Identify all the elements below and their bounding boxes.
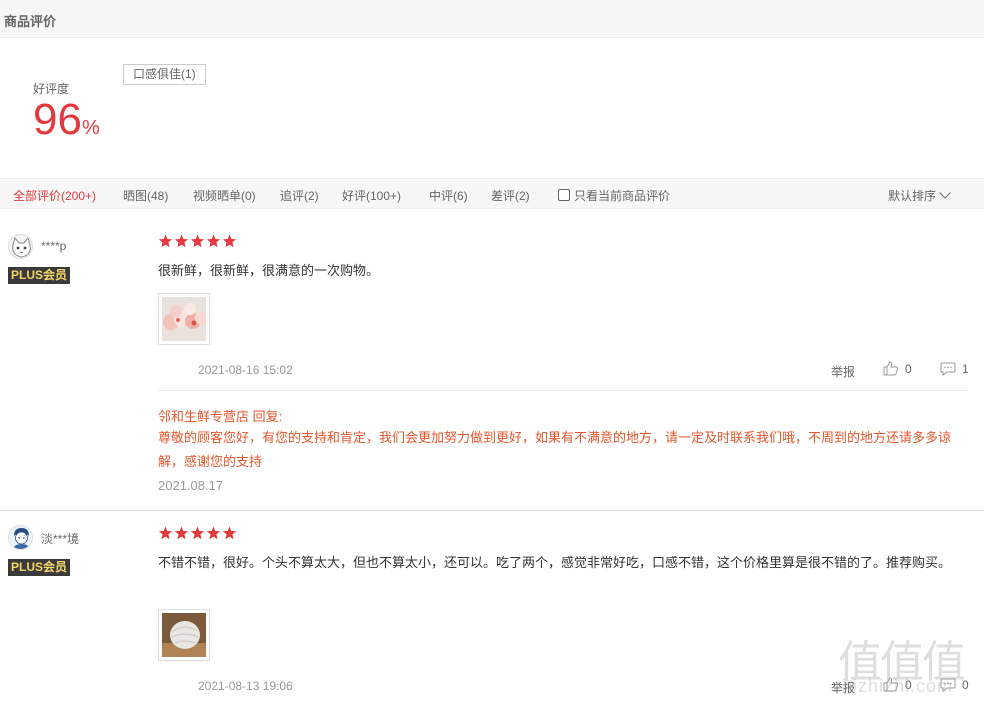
report-link[interactable]: 举报 — [831, 363, 855, 380]
only-current-filter[interactable]: 只看当前商品评价 — [558, 187, 670, 204]
star-icon — [174, 526, 189, 540]
site-watermark: 值值值 zhizhizhi.com — [830, 620, 984, 709]
only-current-checkbox[interactable] — [558, 189, 570, 201]
star-icon — [158, 526, 173, 540]
peach-photo-icon — [162, 297, 209, 341]
filter-videos[interactable]: 视频晒单(0) — [193, 187, 256, 204]
filter-photos[interactable]: 晒图(48) — [123, 187, 168, 204]
user-avatar-icon — [9, 526, 32, 549]
section-title: 商品评价 — [4, 14, 57, 29]
review-photo[interactable] — [158, 293, 210, 345]
star-rating — [158, 234, 237, 248]
username: 淡***境 — [41, 532, 80, 546]
star-icon — [174, 234, 189, 248]
comment-count: 1 — [962, 361, 969, 376]
reply-divider — [158, 390, 968, 391]
username: ****p — [41, 239, 67, 253]
star-icon — [190, 234, 205, 248]
comment-bubble-icon — [940, 362, 956, 376]
avatar — [8, 234, 33, 259]
peach-photo-icon — [162, 613, 206, 657]
shop-reply-author: 邻和生鲜专营店 回复: — [158, 409, 283, 424]
good-rate-unit: % — [81, 117, 100, 139]
star-icon — [222, 526, 237, 540]
review-tag[interactable]: 口感俱佳(1) — [123, 64, 206, 85]
filter-followup[interactable]: 追评(2) — [280, 187, 319, 204]
good-rate-value: 96% — [33, 95, 100, 153]
star-icon — [190, 526, 205, 540]
filter-positive[interactable]: 好评(100+) — [342, 187, 401, 204]
star-rating — [158, 526, 237, 540]
like-count: 0 — [905, 361, 912, 376]
filter-bar: 全部评价(200+) 晒图(48) 视频晒单(0) 追评(2) 好评(100+)… — [0, 178, 984, 209]
star-icon — [158, 234, 173, 248]
watermark-text: zhizhizhi.com — [832, 676, 954, 696]
chevron-down-icon — [939, 187, 951, 199]
filter-all[interactable]: 全部评价(200+) — [13, 187, 96, 204]
like-button[interactable]: 0 — [883, 361, 912, 376]
plus-badge: PLUS会员 — [8, 267, 71, 284]
shop-reply-date: 2021.08.17 — [158, 478, 224, 493]
shop-reply-text: 尊敬的顾客您好，有您的支持和肯定，我们会更加努力做到更好，如果有不满意的地方，请… — [158, 430, 952, 469]
plus-badge: PLUS会员 — [8, 559, 71, 576]
sort-dropdown[interactable]: 默认排序 — [888, 187, 951, 204]
thumbs-up-icon — [883, 361, 899, 376]
review-comment: 不错不错，很好。个头不算太大，但也不算太小，还可以。吃了两个，感觉非常好吃，口感… — [158, 555, 952, 570]
filter-neutral[interactable]: 中评(6) — [429, 187, 468, 204]
star-icon — [222, 234, 237, 248]
review-date: 2021-08-13 19:06 — [198, 679, 293, 693]
star-icon — [206, 234, 221, 248]
comment-button[interactable]: 1 — [940, 361, 969, 376]
review-date: 2021-08-16 15:02 — [198, 363, 293, 377]
star-icon — [206, 526, 221, 540]
good-rate-number: 96 — [33, 95, 82, 144]
review-photo[interactable] — [158, 609, 210, 661]
filter-negative[interactable]: 差评(2) — [491, 187, 530, 204]
review-item: ****p PLUS会员 很新鲜，很新鲜，很满意的一次购物。 2021-08-1… — [0, 209, 984, 511]
avatar — [8, 525, 33, 550]
section-header: 商品评价 — [0, 0, 984, 38]
only-current-label: 只看当前商品评价 — [574, 189, 671, 203]
sort-label: 默认排序 — [888, 189, 937, 203]
review-comment: 很新鲜，很新鲜，很满意的一次购物。 — [158, 263, 380, 278]
cat-avatar-icon — [9, 235, 32, 258]
